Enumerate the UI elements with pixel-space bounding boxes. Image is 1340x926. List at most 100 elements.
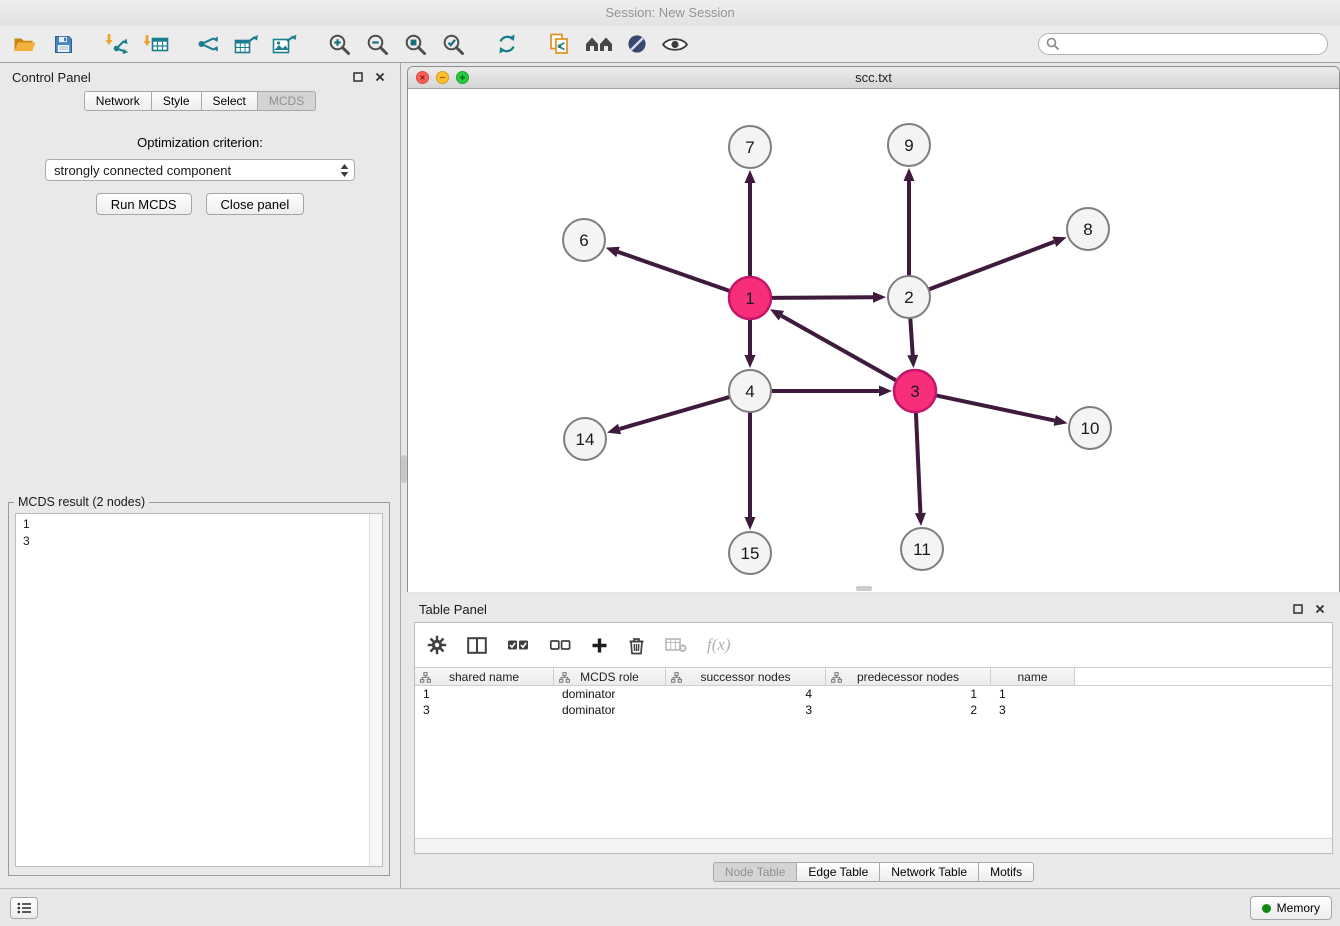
run-mcds-button[interactable]: Run MCDS <box>96 193 192 215</box>
export-table-icon <box>234 34 260 55</box>
graph-node-label: 9 <box>904 136 913 155</box>
minimize-window-button[interactable] <box>436 71 449 84</box>
close-panel-action-button[interactable]: Close panel <box>206 193 305 215</box>
delete-table-button[interactable] <box>665 630 687 660</box>
mcds-result-list[interactable]: 1 3 <box>15 513 383 867</box>
save-session-button[interactable] <box>44 28 82 60</box>
graph-edge-3-10[interactable] <box>936 395 1055 420</box>
table-cell: 4 <box>666 687 826 701</box>
zoom-out-icon <box>366 33 389 56</box>
table-cell: 2 <box>826 703 991 717</box>
graph-edge-3-1[interactable] <box>781 316 896 381</box>
export-table-button[interactable] <box>228 28 266 60</box>
graph-edge-2-8[interactable] <box>929 242 1055 290</box>
column-header-label: predecessor nodes <box>857 670 959 684</box>
control-panel: Control Panel Network Style Select MCDS … <box>0 63 401 888</box>
select-all-button[interactable] <box>507 630 529 660</box>
graph-edge-3-11[interactable] <box>916 412 921 513</box>
optimization-criterion-label: Optimization criterion: <box>0 135 400 150</box>
mcds-result-line: 1 <box>23 516 382 533</box>
export-network-button[interactable] <box>190 28 228 60</box>
graph-edge-arrowhead <box>745 517 756 530</box>
deselect-all-icon <box>549 638 571 652</box>
minimize-icon <box>437 71 448 84</box>
tab-motifs[interactable]: Motifs <box>979 862 1034 882</box>
float-table-panel-button[interactable] <box>1290 601 1306 617</box>
add-column-button[interactable] <box>591 630 608 660</box>
close-window-button[interactable] <box>416 71 429 84</box>
function-builder-button[interactable]: f(x) <box>707 630 731 660</box>
eye-icon <box>662 36 688 53</box>
zoom-selected-button[interactable] <box>434 28 472 60</box>
zoom-fit-button[interactable] <box>396 28 434 60</box>
column-type-icon <box>831 672 842 686</box>
memory-status-icon <box>1262 904 1271 913</box>
criterion-select[interactable]: strongly connected component <box>45 159 355 181</box>
import-table-button[interactable] <box>136 28 174 60</box>
search-field[interactable] <box>1038 33 1328 55</box>
tab-network-table[interactable]: Network Table <box>880 862 979 882</box>
export-image-icon <box>272 34 298 55</box>
tab-edge-table[interactable]: Edge Table <box>797 862 880 882</box>
search-input[interactable] <box>1065 37 1320 51</box>
zoom-in-button[interactable] <box>320 28 358 60</box>
column-header-mcds-role[interactable]: MCDS role <box>554 668 666 685</box>
zoom-in-icon <box>328 33 351 56</box>
close-icon <box>375 72 385 82</box>
network-overview-button[interactable] <box>580 28 618 60</box>
graph-edge-1-2[interactable] <box>771 297 873 298</box>
share-network-icon <box>197 34 221 54</box>
graph-node-label: 1 <box>745 289 754 308</box>
style-button[interactable] <box>618 28 656 60</box>
close-panel-button[interactable] <box>372 69 388 85</box>
graph-edge-4-14[interactable] <box>620 397 730 429</box>
open-session-button[interactable] <box>6 28 44 60</box>
zoom-window-button[interactable] <box>456 71 469 84</box>
open-folder-icon <box>13 35 37 54</box>
import-network-button[interactable] <box>98 28 136 60</box>
mcds-result-box: MCDS result (2 nodes) 1 3 <box>8 502 390 876</box>
gear-icon <box>427 635 447 655</box>
criterion-selected-value: strongly connected component <box>54 163 231 178</box>
show-panels-button[interactable] <box>10 897 38 919</box>
table-cell: 1 <box>991 687 1075 701</box>
graph-edge-arrowhead <box>879 386 892 397</box>
table-row[interactable]: 3dominator323 <box>415 702 1332 718</box>
panel-splitter-thumb[interactable] <box>401 455 407 483</box>
copy-network-button[interactable] <box>542 28 580 60</box>
memory-button[interactable]: Memory <box>1250 896 1332 920</box>
tab-mcds[interactable]: MCDS <box>258 91 316 111</box>
column-header-successor-nodes[interactable]: successor nodes <box>666 668 826 685</box>
tab-select[interactable]: Select <box>202 91 258 111</box>
column-type-icon <box>420 672 431 686</box>
refresh-icon <box>496 33 518 55</box>
tab-style[interactable]: Style <box>152 91 202 111</box>
graph-edge-1-6[interactable] <box>618 252 730 291</box>
column-header-name[interactable]: name <box>991 668 1075 685</box>
graph-edge-arrowhead <box>1054 415 1068 426</box>
result-scrollbar[interactable] <box>369 514 382 866</box>
zoom-out-button[interactable] <box>358 28 396 60</box>
network-canvas[interactable]: 7968124314101511 <box>408 89 1339 592</box>
tab-network[interactable]: Network <box>84 91 152 111</box>
deselect-all-button[interactable] <box>549 630 571 660</box>
table-hscrollbar[interactable] <box>415 838 1332 853</box>
column-header-predecessor-nodes[interactable]: predecessor nodes <box>826 668 991 685</box>
status-bar: Memory <box>0 888 1340 926</box>
column-header-shared-name[interactable]: shared name <box>415 668 554 685</box>
graph-edge-2-3[interactable] <box>910 318 912 355</box>
select-stepper-icon <box>340 163 349 181</box>
delete-column-button[interactable] <box>628 630 645 660</box>
network-window-titlebar[interactable]: scc.txt <box>408 67 1339 89</box>
close-table-panel-button[interactable] <box>1312 601 1328 617</box>
refresh-button[interactable] <box>488 28 526 60</box>
table-settings-button[interactable] <box>427 630 447 660</box>
style-brush-icon <box>627 34 647 54</box>
show-columns-button[interactable] <box>467 630 487 660</box>
network-hscroll-thumb[interactable] <box>856 586 872 591</box>
table-row[interactable]: 1dominator411 <box>415 686 1332 702</box>
float-panel-button[interactable] <box>350 69 366 85</box>
show-graphics-details-button[interactable] <box>656 28 694 60</box>
tab-node-table[interactable]: Node Table <box>713 862 798 882</box>
export-image-button[interactable] <box>266 28 304 60</box>
